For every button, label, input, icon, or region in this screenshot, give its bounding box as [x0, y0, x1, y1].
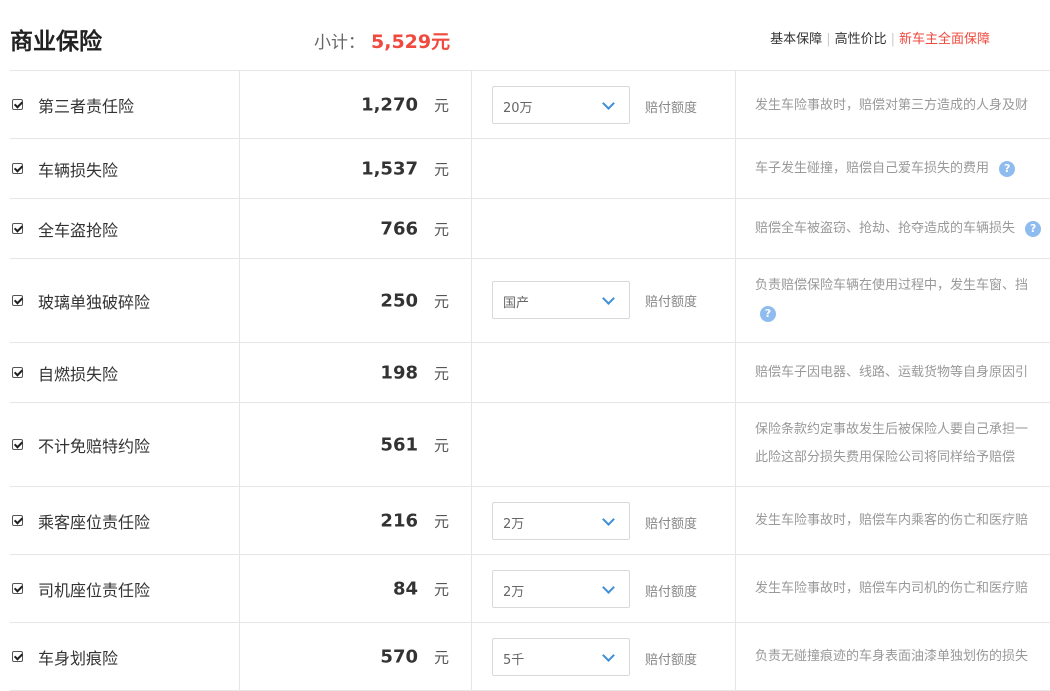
plan-value-link[interactable]: 高性价比 — [835, 32, 887, 47]
subtotal: 小计： 5,529元 — [314, 27, 450, 54]
coverage-price: 1,270 — [361, 94, 418, 115]
coverage-price: 1,537 — [361, 158, 418, 179]
chevron-down-icon — [602, 649, 615, 662]
coverage-description: 发生车险事故时，赔偿车内司机的伤亡和医疗赔 — [755, 581, 1029, 596]
coverage-amount-label: 赔付额度 — [645, 101, 698, 116]
row-checkbox[interactable] — [12, 366, 23, 378]
table-row: 司机座位责任险 84 元 2万 赔付额度 发生车险事故时，赔偿车内司机的伤亡和医… — [10, 555, 1050, 623]
price-unit: 元 — [433, 436, 449, 454]
price-unit: 元 — [433, 160, 449, 178]
table-row: 自燃损失险 198 元 赔偿车子因电器、线路、运载货物等自身原因引 — [10, 343, 1050, 403]
table-row: 车身划痕险 570 元 5千 赔付额度 负责无碰撞痕迹的车身表面油漆单独划伤的损… — [10, 623, 1050, 691]
table-row: 第三者责任险 1,270 元 20万 赔付额度 发生车险事故时，赔偿对第三方造成… — [10, 71, 1050, 139]
header: 商业保险 小计： 5,529元 基本保障 | 高性价比 | 新车主全面保障 — [0, 0, 1050, 70]
chevron-down-icon — [602, 292, 615, 305]
table-row: 玻璃单独破碎险 250 元 国产 赔付额度 负责赔偿保险车辆在使用过程中，发生车… — [10, 259, 1050, 343]
coverage-amount-select[interactable]: 5千 — [492, 638, 630, 676]
coverage-name: 乘客座位责任险 — [38, 512, 151, 532]
coverage-price: 216 — [380, 510, 418, 531]
chevron-down-icon — [602, 97, 615, 110]
plan-links: 基本保障 | 高性价比 | 新车主全面保障 — [770, 28, 990, 47]
coverage-amount-label: 赔付额度 — [645, 585, 698, 600]
row-checkbox[interactable] — [12, 294, 23, 306]
coverage-price: 561 — [380, 434, 418, 455]
select-value: 2万 — [503, 517, 525, 532]
coverage-description-line2: 此险这部分损失费用保险公司将同样给予赔偿 — [755, 450, 1016, 465]
price-unit: 元 — [433, 220, 449, 238]
coverage-description: 发生车险事故时，赔偿对第三方造成的人身及财 — [755, 98, 1029, 113]
help-icon[interactable]: ? — [760, 305, 776, 322]
row-checkbox[interactable] — [12, 650, 23, 662]
coverage-description: 负责赔偿保险车辆在使用过程中，发生车窗、挡 — [755, 278, 1029, 293]
coverage-description: 发生车险事故时，赔偿车内乘客的伤亡和医疗赔 — [755, 513, 1029, 528]
price-unit: 元 — [433, 580, 449, 598]
coverage-amount-select[interactable]: 2万 — [492, 570, 630, 608]
coverage-name: 不计免赔特约险 — [38, 436, 151, 456]
row-checkbox[interactable] — [12, 514, 23, 526]
table-row: 不计免赔特约险 561 元 保险条款约定事故发生后被保险人要自己承担一 此险这部… — [10, 403, 1050, 487]
coverage-name: 车辆损失险 — [38, 160, 119, 180]
help-icon[interactable]: ? — [999, 160, 1016, 177]
table-row: 乘客座位责任险 216 元 2万 赔付额度 发生车险事故时，赔偿车内乘客的伤亡和… — [10, 487, 1050, 555]
coverage-amount-label: 赔付额度 — [645, 653, 698, 668]
coverage-amount-select[interactable]: 2万 — [492, 502, 630, 540]
coverage-description: 负责无碰撞痕迹的车身表面油漆单独划伤的损失 — [755, 649, 1029, 664]
coverage-name: 玻璃单独破碎险 — [38, 292, 151, 312]
coverage-name: 全车盗抢险 — [38, 220, 119, 240]
coverage-name: 车身划痕险 — [38, 648, 119, 668]
coverage-price: 198 — [380, 362, 418, 383]
coverage-amount-label: 赔付额度 — [645, 295, 698, 310]
row-checkbox[interactable] — [12, 438, 23, 450]
subtotal-value: 5,529元 — [371, 31, 451, 53]
subtotal-label: 小计： — [314, 33, 365, 53]
plan-new-owner-link[interactable]: 新车主全面保障 — [899, 32, 990, 47]
price-unit: 元 — [433, 512, 449, 530]
help-icon[interactable]: ? — [1025, 220, 1042, 237]
coverage-amount-label: 赔付额度 — [645, 517, 698, 532]
coverage-price: 250 — [380, 290, 418, 311]
plan-separator: | — [826, 32, 831, 47]
select-value: 国产 — [503, 296, 530, 311]
price-unit: 元 — [433, 292, 449, 310]
price-unit: 元 — [433, 648, 449, 666]
chevron-down-icon — [602, 513, 615, 526]
select-value: 2万 — [503, 585, 525, 600]
coverage-name: 司机座位责任险 — [38, 580, 151, 600]
chevron-down-icon — [602, 581, 615, 594]
select-value: 5千 — [503, 653, 525, 668]
page-title: 商业保险 — [10, 29, 102, 55]
price-unit: 元 — [433, 364, 449, 382]
table-row: 车辆损失险 1,537 元 车子发生碰撞，赔偿自己爱车损失的费用 ? — [10, 139, 1050, 199]
row-checkbox[interactable] — [12, 222, 23, 234]
row-checkbox[interactable] — [12, 162, 23, 174]
plan-separator: | — [890, 32, 895, 47]
coverage-price: 766 — [380, 218, 418, 239]
coverage-description: 赔偿全车被盗窃、抢劫、抢夺造成的车辆损失 ? — [755, 215, 1042, 243]
insurance-table: 第三者责任险 1,270 元 20万 赔付额度 发生车险事故时，赔偿对第三方造成… — [10, 70, 1050, 691]
coverage-amount-select[interactable]: 20万 — [492, 86, 630, 124]
table-row: 全车盗抢险 766 元 赔偿全车被盗窃、抢劫、抢夺造成的车辆损失 ? — [10, 199, 1050, 259]
coverage-price: 84 — [392, 578, 418, 599]
coverage-name: 第三者责任险 — [38, 96, 135, 116]
coverage-description: 赔偿车子因电器、线路、运载货物等自身原因引 — [755, 365, 1029, 380]
row-checkbox[interactable] — [12, 98, 23, 110]
glass-origin-select[interactable]: 国产 — [492, 281, 630, 319]
row-checkbox[interactable] — [12, 582, 23, 594]
coverage-name: 自燃损失险 — [38, 364, 119, 384]
plan-basic-link[interactable]: 基本保障 — [770, 32, 822, 47]
coverage-description: 车子发生碰撞，赔偿自己爱车损失的费用 ? — [755, 155, 1016, 183]
coverage-price: 570 — [380, 646, 418, 667]
select-value: 20万 — [503, 101, 533, 116]
price-unit: 元 — [433, 96, 449, 114]
coverage-description: 保险条款约定事故发生后被保险人要自己承担一 — [755, 422, 1029, 437]
